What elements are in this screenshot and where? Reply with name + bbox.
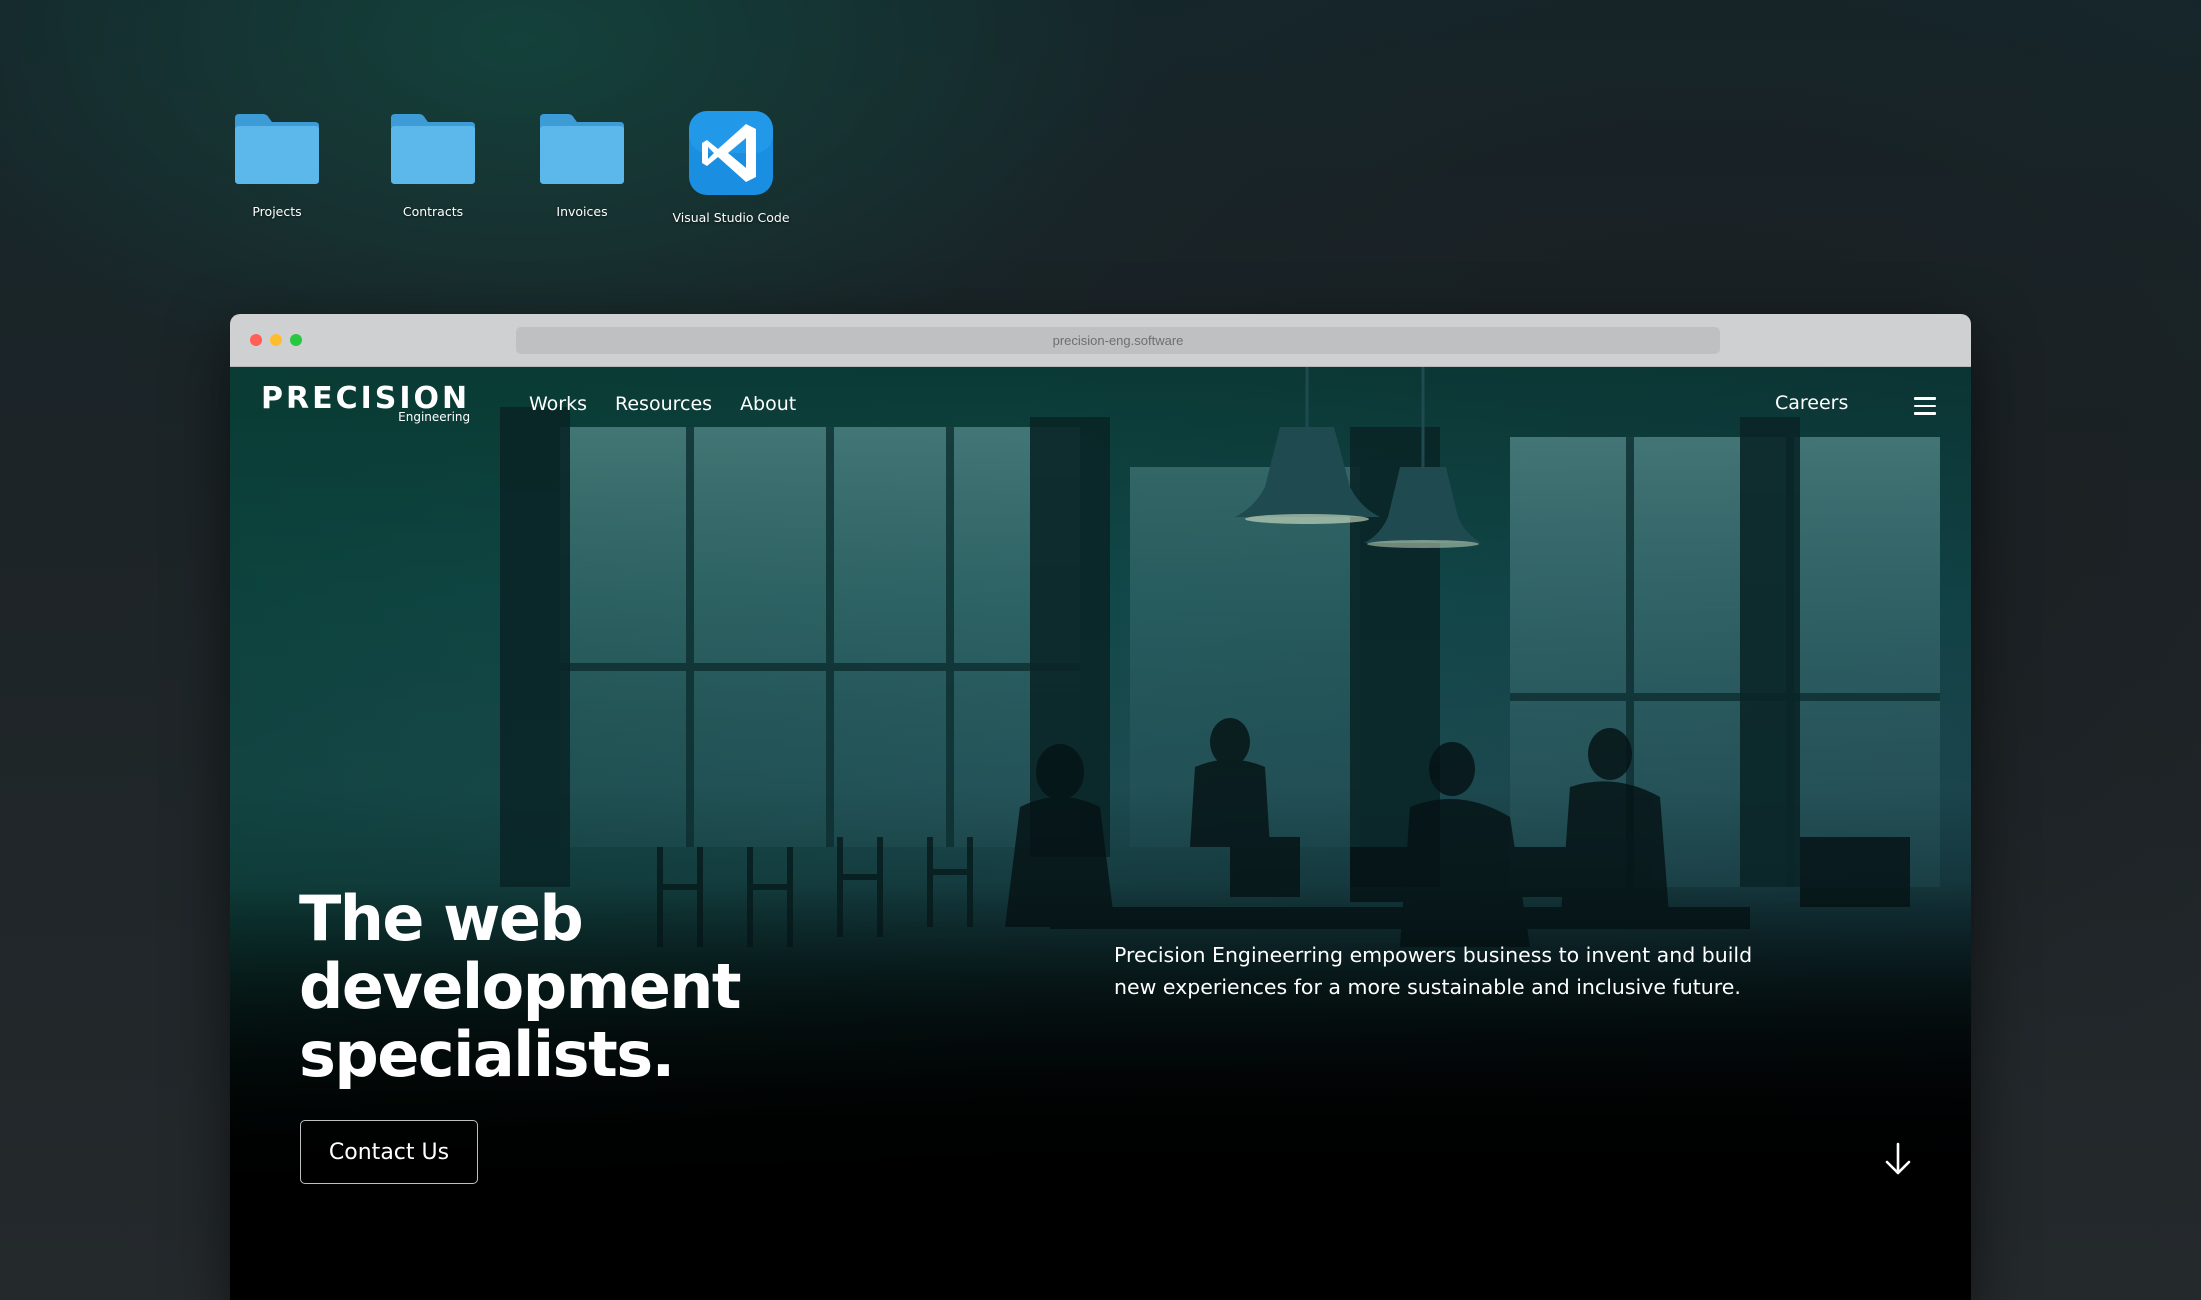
close-button[interactable] (250, 334, 262, 346)
site-nav: PRECISION Engineering Works Resources Ab… (230, 367, 1971, 447)
desktop-icon-contracts[interactable]: Contracts (358, 108, 508, 219)
hero-headline-line2: specialists. (299, 1018, 675, 1091)
hamburger-menu-icon[interactable] (1914, 397, 1936, 415)
desktop-icon-label: Visual Studio Code (672, 210, 790, 225)
minimize-button[interactable] (270, 334, 282, 346)
site-logo[interactable]: PRECISION Engineering (261, 384, 470, 425)
nav-link-resources[interactable]: Resources (615, 393, 712, 415)
hero-description: Precision Engineerring empowers business… (1114, 943, 1753, 999)
address-bar[interactable]: precision-eng.software (516, 327, 1720, 354)
vscode-icon (689, 111, 773, 195)
browser-titlebar: precision-eng.software (230, 314, 1971, 367)
zoom-button[interactable] (290, 334, 302, 346)
desktop-icon-vscode[interactable]: Visual Studio Code (656, 108, 806, 225)
hero-headline: The web development specialists. (299, 885, 1019, 1089)
nav-link-works[interactable]: Works (529, 393, 587, 415)
desktop-icon-label: Projects (252, 204, 302, 219)
folder-icon (391, 114, 475, 184)
desktop-icon-invoices[interactable]: Invoices (507, 108, 657, 219)
browser-window: precision-eng.software PRECISION Enginee… (230, 314, 1971, 1300)
logo-subtitle: Engineering (398, 410, 471, 424)
folder-icon (540, 114, 624, 184)
office-photo (230, 367, 1971, 1300)
desktop-icon-label: Contracts (402, 204, 464, 219)
website-hero: PRECISION Engineering Works Resources Ab… (230, 367, 1971, 1300)
nav-link-about[interactable]: About (740, 393, 796, 415)
desktop-icon-projects[interactable]: Projects (202, 108, 352, 219)
contact-us-button[interactable]: Contact Us (300, 1120, 478, 1184)
desktop-icon-label: Invoices (556, 204, 608, 219)
nav-link-careers[interactable]: Careers (1775, 392, 1848, 414)
hero-headline-line1: The web development (299, 882, 742, 1023)
url-text: precision-eng.software (1052, 333, 1184, 348)
nav-links: Works Resources About (529, 393, 796, 415)
desktop: Projects Contracts Invoices Visual Studi… (0, 0, 2201, 240)
folder-icon (235, 114, 319, 184)
arrow-down-icon[interactable] (1884, 1142, 1912, 1176)
